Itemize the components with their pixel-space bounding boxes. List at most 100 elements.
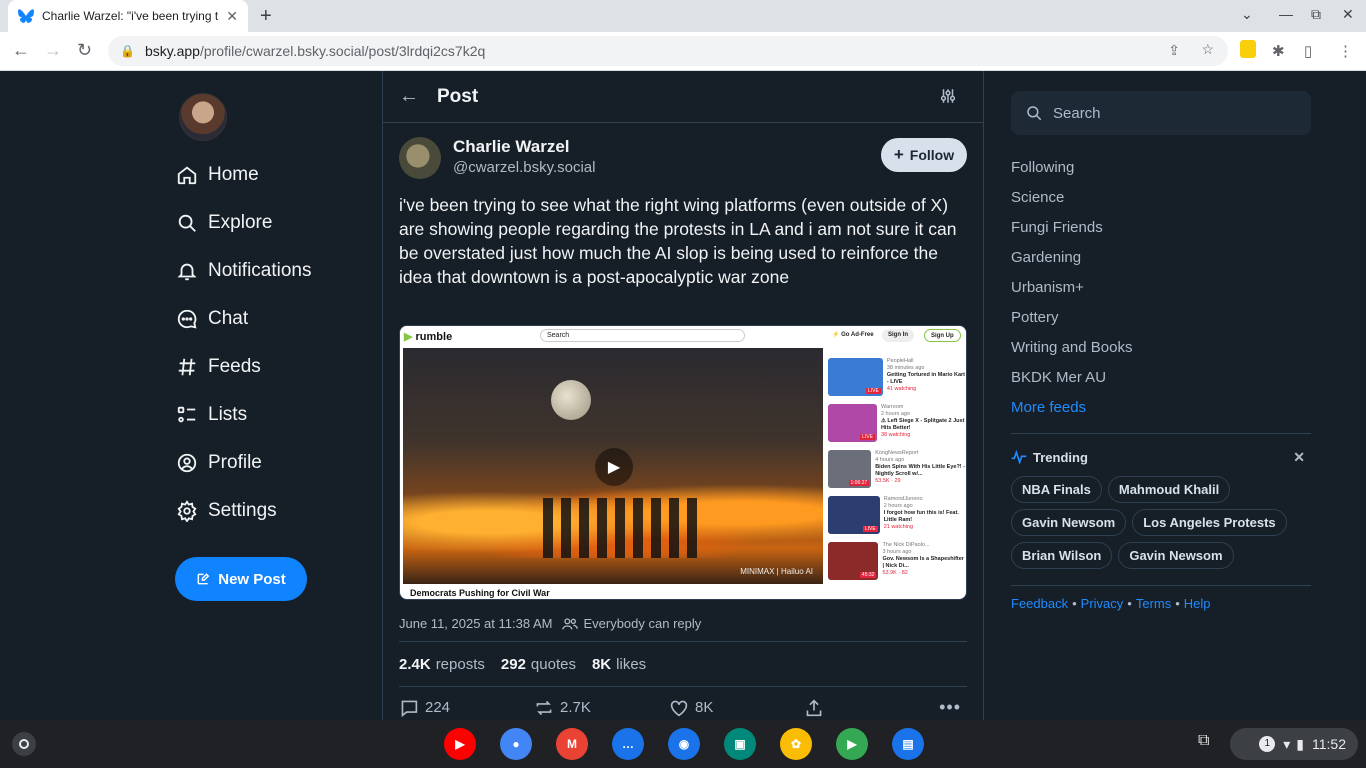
new-tab-icon[interactable]: + xyxy=(260,5,272,28)
related-videos: LIVE PeopleHall 38 minutes ago Getting Tort… xyxy=(828,358,966,588)
rumble-logo: ▶ rumble xyxy=(404,330,453,343)
quotes-stat[interactable]: 292 quotes xyxy=(501,656,576,673)
repost-button[interactable]: 2.7K xyxy=(534,699,669,717)
follow-button[interactable]: + Follow xyxy=(881,138,967,172)
author-name[interactable]: Charlie Warzel xyxy=(453,137,596,157)
maximize-icon[interactable]: ⧉ xyxy=(1311,6,1321,23)
author-handle[interactable]: @cwarzel.bsky.social xyxy=(453,159,596,176)
divider xyxy=(1011,585,1311,586)
reload-icon[interactable]: ↻ xyxy=(77,40,92,61)
like-button[interactable]: 8K xyxy=(669,699,804,717)
video-channel: The Nick DiPaolo... xyxy=(882,542,930,548)
bell-icon xyxy=(176,260,198,282)
feed-list: Following Science Fungi Friends Gardenin… xyxy=(1011,153,1311,423)
nav-settings[interactable]: Settings xyxy=(176,487,312,535)
follow-label: Follow xyxy=(909,147,955,163)
trending-chip[interactable]: Brian Wilson xyxy=(1011,542,1113,569)
bookmark-star-icon[interactable]: ☆ xyxy=(1201,41,1214,58)
nav-label: Explore xyxy=(208,212,273,233)
video-channel: RamondJuneno xyxy=(883,496,923,502)
feed-link[interactable]: Pottery xyxy=(1011,303,1311,333)
thread-settings-icon[interactable] xyxy=(939,87,957,105)
files-app-icon[interactable]: ▤ xyxy=(892,728,924,760)
youtube-app-icon[interactable]: ▶ xyxy=(444,728,476,760)
nav-home[interactable]: Home xyxy=(176,151,312,199)
more-options-icon[interactable]: ••• xyxy=(939,697,961,718)
feed-link[interactable]: Gardening xyxy=(1011,243,1311,273)
video-badge: 45:32 xyxy=(859,572,877,578)
nav-label: Settings xyxy=(208,500,277,521)
close-tab-icon[interactable]: ✕ xyxy=(226,8,238,25)
new-post-button[interactable]: New Post xyxy=(175,557,307,601)
post-image[interactable]: ▶ rumble Search ⚡ Go Ad-Free Sign In Sig… xyxy=(399,325,967,600)
feed-link[interactable]: Urbanism+ xyxy=(1011,273,1311,303)
puzzle-extensions-icon[interactable]: ✱ xyxy=(1272,42,1285,60)
close-trending-icon[interactable]: ✕ xyxy=(1293,449,1305,466)
likes-stat[interactable]: 8K likes xyxy=(592,656,646,673)
trending-chip[interactable]: Mahmoud Khalil xyxy=(1107,476,1231,503)
chrome-app-icon[interactable]: ● xyxy=(500,728,532,760)
search-input[interactable]: Search xyxy=(1011,91,1311,135)
address-bar[interactable]: 🔒 bsky.app/profile/cwarzel.bsky.social/p… xyxy=(108,36,1228,66)
close-window-icon[interactable]: ✕ xyxy=(1342,6,1354,23)
more-feeds-link[interactable]: More feeds xyxy=(1011,393,1311,423)
reply-button[interactable]: 224 xyxy=(399,699,534,717)
back-arrow-icon[interactable]: ← xyxy=(399,85,419,108)
tote-icon[interactable]: ⧉ xyxy=(1198,732,1222,756)
feed-link[interactable]: Writing and Books xyxy=(1011,333,1311,363)
nav-lists[interactable]: Lists xyxy=(176,391,312,439)
photos-app-icon[interactable]: ✿ xyxy=(780,728,812,760)
user-avatar[interactable] xyxy=(179,93,227,141)
share-icon[interactable]: ⇪ xyxy=(1168,42,1180,59)
trending-chip[interactable]: NBA Finals xyxy=(1011,476,1102,503)
post-meta: June 11, 2025 at 11:38 AM Everybody can … xyxy=(399,616,701,631)
search-icon xyxy=(1027,106,1042,121)
meet-app-icon[interactable]: ▣ xyxy=(724,728,756,760)
nav-feeds[interactable]: Feeds xyxy=(176,343,312,391)
status-tray[interactable]: 1 ▾ ▮ 11:52 xyxy=(1230,728,1358,760)
minimize-icon[interactable]: — xyxy=(1279,6,1293,22)
nav-explore[interactable]: Explore xyxy=(176,199,312,247)
extension-icon[interactable] xyxy=(1240,40,1256,58)
feed-link[interactable]: BKDK Mer AU xyxy=(1011,363,1311,393)
post-author[interactable]: Charlie Warzel @cwarzel.bsky.social xyxy=(399,137,596,179)
right-sidebar: Search Following Science Fungi Friends G… xyxy=(1011,91,1311,611)
trending-chip[interactable]: Gavin Newsom xyxy=(1118,542,1234,569)
launcher-icon[interactable] xyxy=(12,732,36,756)
reposts-stat[interactable]: 2.4K reposts xyxy=(399,656,485,673)
side-panel-icon[interactable]: ▯ xyxy=(1304,42,1312,60)
related-video-thumbnail: 45:32 xyxy=(828,542,879,580)
author-avatar[interactable] xyxy=(399,137,441,179)
feed-link[interactable]: Science xyxy=(1011,183,1311,213)
trending-chip[interactable]: Los Angeles Protests xyxy=(1132,509,1287,536)
nav-chat[interactable]: Chat xyxy=(176,295,312,343)
video-title: Gov. Newsom Is a Shapeshifter | Nick Di.… xyxy=(882,556,964,569)
camera-app-icon[interactable]: ◉ xyxy=(668,728,700,760)
help-link[interactable]: Help xyxy=(1184,596,1211,611)
feed-link[interactable]: Following xyxy=(1011,153,1311,183)
forward-icon[interactable]: → xyxy=(44,40,62,61)
related-video-item: LIVE RamondJuneno 2 hours ago I forgot how … xyxy=(828,496,966,542)
video-status: 53.5K · 29 xyxy=(875,478,901,484)
trending-chip[interactable]: Gavin Newsom xyxy=(1011,509,1127,536)
trending-icon xyxy=(1011,450,1027,464)
hash-icon xyxy=(176,356,198,378)
tab-search-icon[interactable]: ⌄ xyxy=(1241,6,1253,23)
privacy-link[interactable]: Privacy xyxy=(1081,596,1124,611)
browser-tab[interactable]: Charlie Warzel: "i've been trying t ✕ xyxy=(8,0,248,32)
divider xyxy=(1011,433,1311,434)
related-video-info: The Nick DiPaolo... 3 hours ago Gov. Newso… xyxy=(882,542,966,588)
kebab-menu-icon[interactable]: ⋮ xyxy=(1338,42,1353,60)
feed-link[interactable]: Fungi Friends xyxy=(1011,213,1311,243)
terms-link[interactable]: Terms xyxy=(1136,596,1171,611)
messages-app-icon[interactable]: … xyxy=(612,728,644,760)
share-button[interactable] xyxy=(804,698,939,717)
feedback-link[interactable]: Feedback xyxy=(1011,596,1068,611)
compose-icon xyxy=(197,573,210,585)
back-icon[interactable]: ← xyxy=(12,40,30,61)
video-badge: LIVE xyxy=(862,526,878,532)
nav-profile[interactable]: Profile xyxy=(176,439,312,487)
gmail-app-icon[interactable]: M xyxy=(556,728,588,760)
play-store-app-icon[interactable]: ▶ xyxy=(836,728,868,760)
nav-notifications[interactable]: Notifications xyxy=(176,247,312,295)
